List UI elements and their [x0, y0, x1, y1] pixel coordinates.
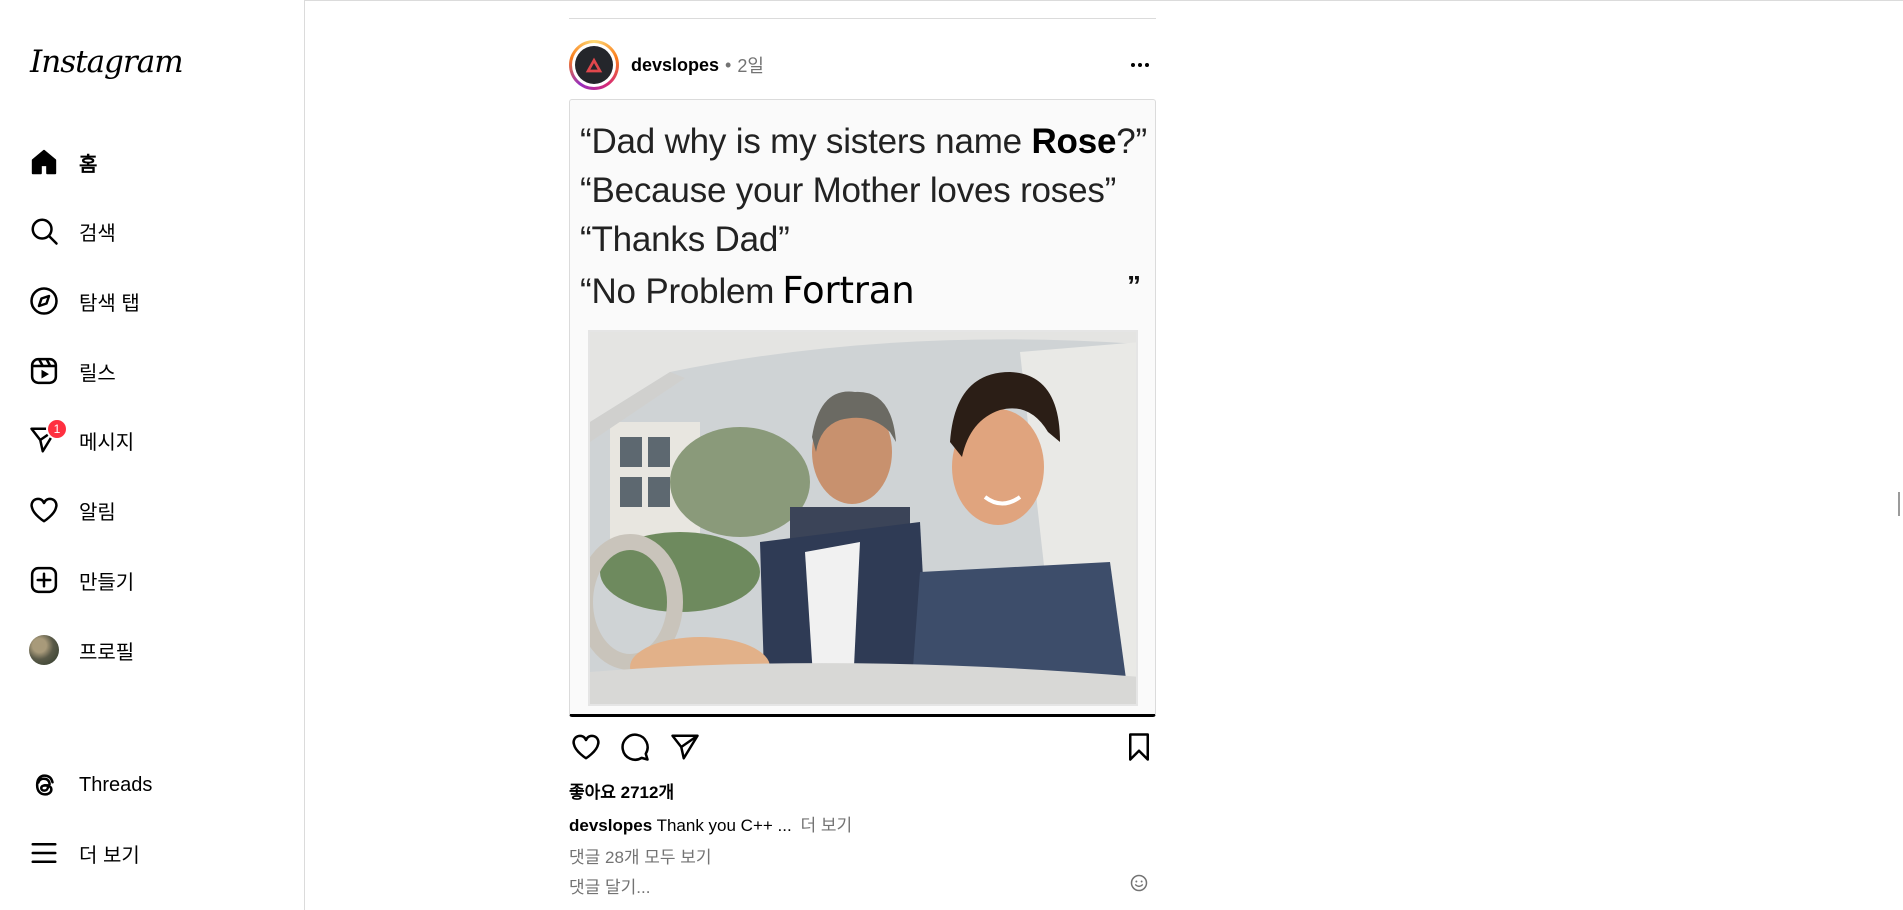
meme-line-4: “No Problem Fortran [580, 269, 915, 312]
sidebar-item-label: 만들기 [79, 571, 135, 594]
sidebar-item-more[interactable]: 더 보기 [28, 829, 278, 877]
meme-photo [588, 330, 1138, 706]
heart-icon [28, 494, 60, 526]
sidebar-item-label: 홈 [79, 153, 98, 176]
meme-line-2: “Because your Mother loves roses” [580, 171, 1117, 210]
post-author-avatar[interactable] [569, 40, 619, 90]
reels-icon [28, 355, 60, 387]
sidebar-item-home[interactable]: 홈 [28, 138, 278, 186]
sidebar-item-label: 메시지 [79, 431, 135, 454]
sidebar-item-threads[interactable]: Threads [28, 761, 278, 809]
menu-icon [28, 837, 60, 869]
create-icon [28, 564, 60, 596]
sidebar-item-profile[interactable]: 프로필 [28, 626, 278, 674]
sidebar-item-label: 탐색 탭 [79, 292, 140, 315]
post-timestamp[interactable]: 2일 [737, 52, 764, 78]
devslopes-logo-icon [585, 57, 603, 73]
instagram-logo[interactable]: Instagram [30, 44, 184, 80]
messages-icon: 1 [28, 418, 68, 456]
emoji-icon[interactable] [1130, 874, 1150, 894]
meme-line-1: “Dad why is my sisters name Rose?” [580, 122, 1147, 161]
sidebar-item-label: Threads [79, 773, 153, 796]
sidebar-item-search[interactable]: 검색 [28, 207, 278, 255]
sidebar-item-create[interactable]: 만들기 [28, 556, 278, 604]
sidebar-item-label: 검색 [79, 222, 116, 245]
sidebar-item-reels[interactable]: 릴스 [28, 347, 278, 395]
post-actions [569, 730, 1156, 766]
profile-avatar [28, 634, 60, 666]
sidebar-item-label: 프로필 [79, 641, 135, 664]
separator-dot: • [725, 54, 732, 75]
sidebar-item-label: 더 보기 [79, 844, 140, 867]
post-caption: devslopes Thank you C++ ... 더 보기 [569, 811, 852, 836]
sidebar-item-notifications[interactable]: 알림 [28, 486, 278, 534]
add-comment-input[interactable]: 댓글 달기... [569, 873, 650, 898]
scrollbar-thumb[interactable] [1898, 492, 1900, 516]
notification-badge: 1 [46, 418, 68, 440]
caption-more-link[interactable]: 더 보기 [800, 816, 852, 835]
feed-divider [569, 18, 1156, 19]
caption-username[interactable]: devslopes [569, 816, 652, 835]
threads-icon [28, 769, 60, 801]
like-count[interactable]: 좋아요 2712개 [569, 778, 674, 803]
sidebar-item-explore[interactable]: 탐색 탭 [28, 277, 278, 325]
comment-icon[interactable] [618, 730, 652, 764]
post-username[interactable]: devslopes [631, 55, 719, 76]
sidebar-item-label: 릴스 [79, 362, 116, 385]
bookmark-icon[interactable] [1122, 730, 1156, 764]
share-icon[interactable] [668, 730, 702, 764]
sidebar-item-messages[interactable]: 1 메시지 [28, 416, 278, 464]
meme-closing-quote: ” [1127, 270, 1141, 301]
more-options-icon[interactable] [1126, 52, 1154, 78]
meme-line-3: “Thanks Dad” [580, 220, 790, 259]
like-heart-icon[interactable] [569, 730, 603, 764]
view-all-comments-link[interactable]: 댓글 28개 모두 보기 [569, 843, 712, 868]
compass-icon [28, 285, 60, 317]
post-image[interactable]: “Dad why is my sisters name Rose?” “Beca… [569, 99, 1156, 717]
post-header: devslopes • 2일 [569, 40, 1156, 90]
sidebar: Instagram 홈 검색 탐색 탭 릴스 1 메시지 알림 만들기 프로필 … [0, 0, 305, 910]
home-icon [28, 146, 60, 178]
search-icon [28, 215, 60, 247]
caption-text: Thank you C++ ... [656, 816, 792, 835]
sidebar-item-label: 알림 [79, 501, 116, 524]
